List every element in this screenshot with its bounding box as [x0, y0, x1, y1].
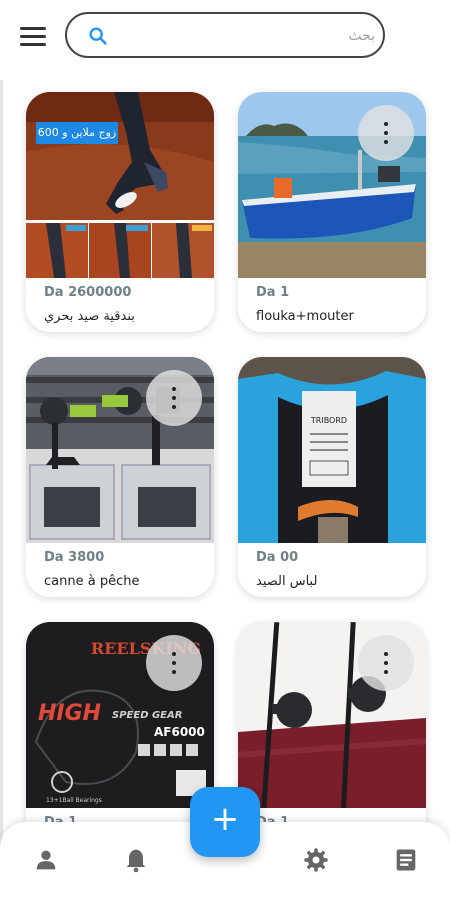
plus-icon: + — [210, 799, 240, 839]
listing-card[interactable]: TRIBORD Da 00 لباس الصيد — [238, 357, 426, 597]
listing-image — [26, 357, 214, 543]
top-bar — [0, 0, 450, 80]
window-edge — [0, 0, 3, 900]
more-options-button[interactable] — [358, 635, 414, 691]
more-options-button[interactable] — [146, 635, 202, 691]
svg-text:13+1Ball Bearings: 13+1Ball Bearings — [46, 797, 102, 804]
price-badge: زوج ملاين و 600 — [36, 122, 118, 144]
listing-image: TRIBORD — [238, 357, 426, 543]
add-listing-button[interactable]: + — [190, 787, 260, 857]
listing-title: بندقية صيد بحري — [44, 309, 135, 324]
listing-price: Da 3800 — [44, 550, 105, 565]
more-options-button[interactable] — [146, 370, 202, 426]
search-input[interactable] — [123, 22, 377, 50]
svg-text:TRIBORD: TRIBORD — [310, 416, 347, 425]
listing-price: Da 00 — [256, 550, 299, 565]
svg-text:AF6000: AF6000 — [154, 725, 205, 739]
settings-icon[interactable] — [302, 846, 330, 874]
listing-title: flouka+mouter — [256, 309, 354, 324]
listing-image — [238, 622, 426, 808]
listing-price: Da 1 — [256, 285, 290, 300]
more-options-button[interactable] — [358, 105, 414, 161]
document-icon[interactable] — [392, 846, 420, 874]
menu-icon[interactable] — [20, 27, 46, 49]
search-icon — [89, 27, 107, 45]
listing-title: canne à pêche — [44, 574, 140, 589]
listing-image — [238, 92, 426, 278]
listing-image: REELSKING HIGH SPEED GEAR AF6000 13+1Bal… — [26, 622, 214, 808]
svg-text:SPEED GEAR: SPEED GEAR — [112, 710, 182, 721]
listing-card[interactable]: زوج ملاين و 600 Da 2600000 بندقية صيد بح… — [26, 92, 214, 332]
profile-icon[interactable] — [32, 846, 60, 874]
listing-card[interactable]: Da 1 flouka+mouter — [238, 92, 426, 332]
listing-title: لباس الصيد — [256, 574, 318, 589]
listing-price: Da 2600000 — [44, 285, 132, 300]
notifications-icon[interactable] — [122, 846, 150, 874]
svg-text:HIGH: HIGH — [38, 701, 101, 726]
listing-image: زوج ملاين و 600 — [26, 92, 214, 278]
listing-card[interactable]: Da 3800 canne à pêche — [26, 357, 214, 597]
search-bar[interactable] — [65, 12, 385, 58]
